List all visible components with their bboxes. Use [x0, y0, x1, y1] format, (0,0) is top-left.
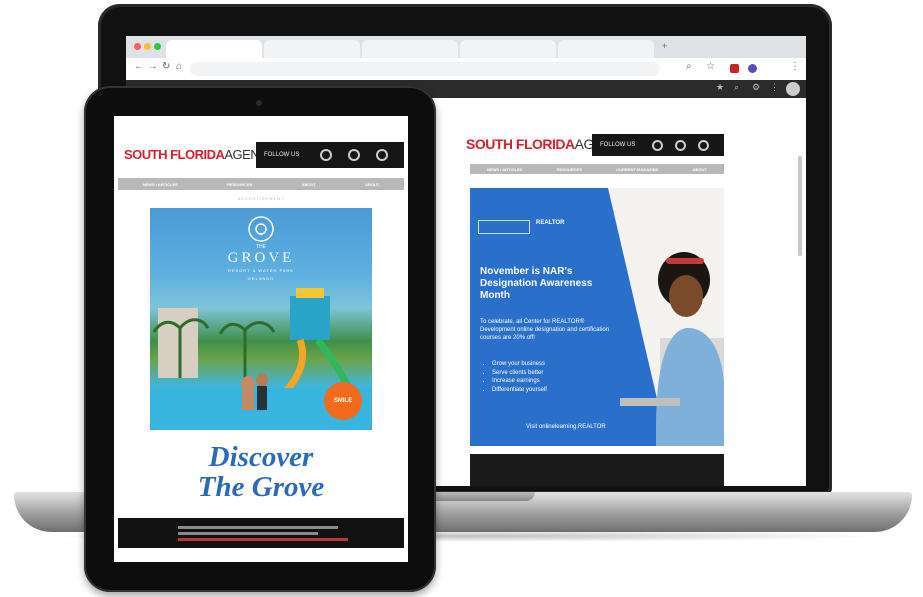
maximize-window-button[interactable]	[154, 43, 161, 50]
reload-icon[interactable]: ↻	[162, 61, 170, 72]
linkedin-icon[interactable]	[376, 149, 388, 161]
minimize-window-button[interactable]	[144, 43, 151, 50]
footer-text-line	[178, 532, 318, 535]
footer-link-line[interactable]	[178, 538, 348, 541]
extension-icon[interactable]	[730, 64, 739, 73]
address-bar[interactable]	[190, 62, 660, 76]
email-footer	[118, 518, 404, 548]
nav-item[interactable]: RESOURCES	[227, 182, 252, 187]
nav-item[interactable]: CURRENT MAGAZINE	[616, 167, 658, 172]
forward-icon[interactable]: →	[148, 61, 158, 72]
linkedin-icon[interactable]	[698, 139, 709, 151]
follow-us-bar: FOLLOW US	[592, 134, 724, 156]
browser-tab[interactable]	[166, 40, 262, 58]
brand-logo: SOUTH FLORIDAAGENT	[124, 147, 267, 162]
back-icon[interactable]: ←	[134, 61, 144, 72]
ad-bullet: Increase earnings	[492, 377, 547, 386]
facebook-icon[interactable]	[320, 149, 332, 161]
grove-location: ORLANDO	[247, 276, 275, 281]
grove-brand: GROVE	[227, 250, 295, 266]
avatar[interactable]	[786, 82, 800, 96]
grove-logo-icon	[248, 216, 274, 242]
follow-us-label: FOLLOW US	[600, 142, 636, 148]
ad-bullet: Grow your business	[492, 360, 547, 369]
new-tab-icon[interactable]: +	[662, 41, 667, 51]
ad-bullet: Serve clients better	[492, 369, 547, 378]
email-nav-bar: NEWS / ARTICLES RESOURCES CURRENT MAGAZI…	[470, 164, 724, 174]
settings-icon[interactable]: ★	[716, 82, 724, 93]
grove-advertisement[interactable]: THE GROVE RESORT & WATER PARK ORLANDO SM…	[150, 208, 372, 430]
more-icon[interactable]: ⋮	[770, 82, 779, 93]
headline-line: Discover	[208, 441, 314, 473]
camera-icon	[256, 100, 262, 106]
headline-line: The Grove	[197, 471, 325, 503]
nar-logo	[478, 220, 530, 234]
close-window-button[interactable]	[134, 43, 141, 50]
ad-bullet-list: Grow your business Serve clients better …	[482, 360, 547, 394]
advertisement-label: ADVERTISEMENT	[237, 196, 285, 201]
nav-item[interactable]: NEWS / ARTICLES	[143, 182, 178, 187]
woman-photo	[608, 188, 724, 446]
apps-icon[interactable]: ⚙	[752, 82, 760, 93]
home-icon[interactable]: ⌂	[176, 61, 182, 72]
browser-tab[interactable]	[362, 40, 458, 58]
nav-item[interactable]: RESOURCES	[557, 167, 582, 172]
nav-item[interactable]: NEWS / ARTICLES	[487, 167, 522, 172]
email-nav-bar: NEWS / ARTICLES RESOURCES ABOUT ABOUT	[118, 178, 404, 190]
follow-us-bar: FOLLOW US	[256, 142, 404, 168]
grove-subtitle: RESORT & WATER PARK	[227, 268, 295, 273]
footer-text-line	[178, 526, 338, 529]
instagram-icon[interactable]	[348, 149, 360, 161]
browser-tab[interactable]	[264, 40, 360, 58]
profile-icon[interactable]	[748, 64, 757, 73]
instagram-icon[interactable]	[675, 139, 686, 151]
menu-icon[interactable]: ⋮	[790, 61, 800, 72]
tablet-screen: SOUTH FLORIDAAGENT FOLLOW US NEWS / ARTI…	[114, 116, 408, 562]
facebook-icon[interactable]	[652, 139, 663, 151]
nav-item[interactable]: ABOUT	[365, 182, 379, 187]
email-footer	[470, 454, 724, 486]
browser-tab[interactable]	[558, 40, 654, 58]
realtor-logo: REALTOR	[536, 220, 565, 226]
browser-tab[interactable]	[460, 40, 556, 58]
browser-tab-bar: +	[126, 36, 806, 58]
nar-advertisement[interactable]: REALTOR November is NAR's Designation Aw…	[470, 188, 724, 446]
follow-us-label: FOLLOW US	[264, 152, 300, 158]
nav-item[interactable]: ABOUT	[693, 167, 707, 172]
ad-bullet: Differentiate yourself	[492, 386, 547, 395]
search-icon[interactable]: ⌕	[686, 61, 692, 72]
smile-badge: SMILE	[324, 382, 362, 420]
grove-headline: Discover The Grove	[114, 442, 408, 502]
browser-toolbar: ← → ↻ ⌂ ⌕ ☆ ⋮	[126, 58, 806, 81]
nav-item[interactable]: ABOUT	[302, 182, 316, 187]
bookmark-icon[interactable]: ☆	[706, 61, 715, 72]
scrollbar[interactable]	[798, 156, 802, 256]
help-icon[interactable]: ⌕	[734, 82, 739, 93]
